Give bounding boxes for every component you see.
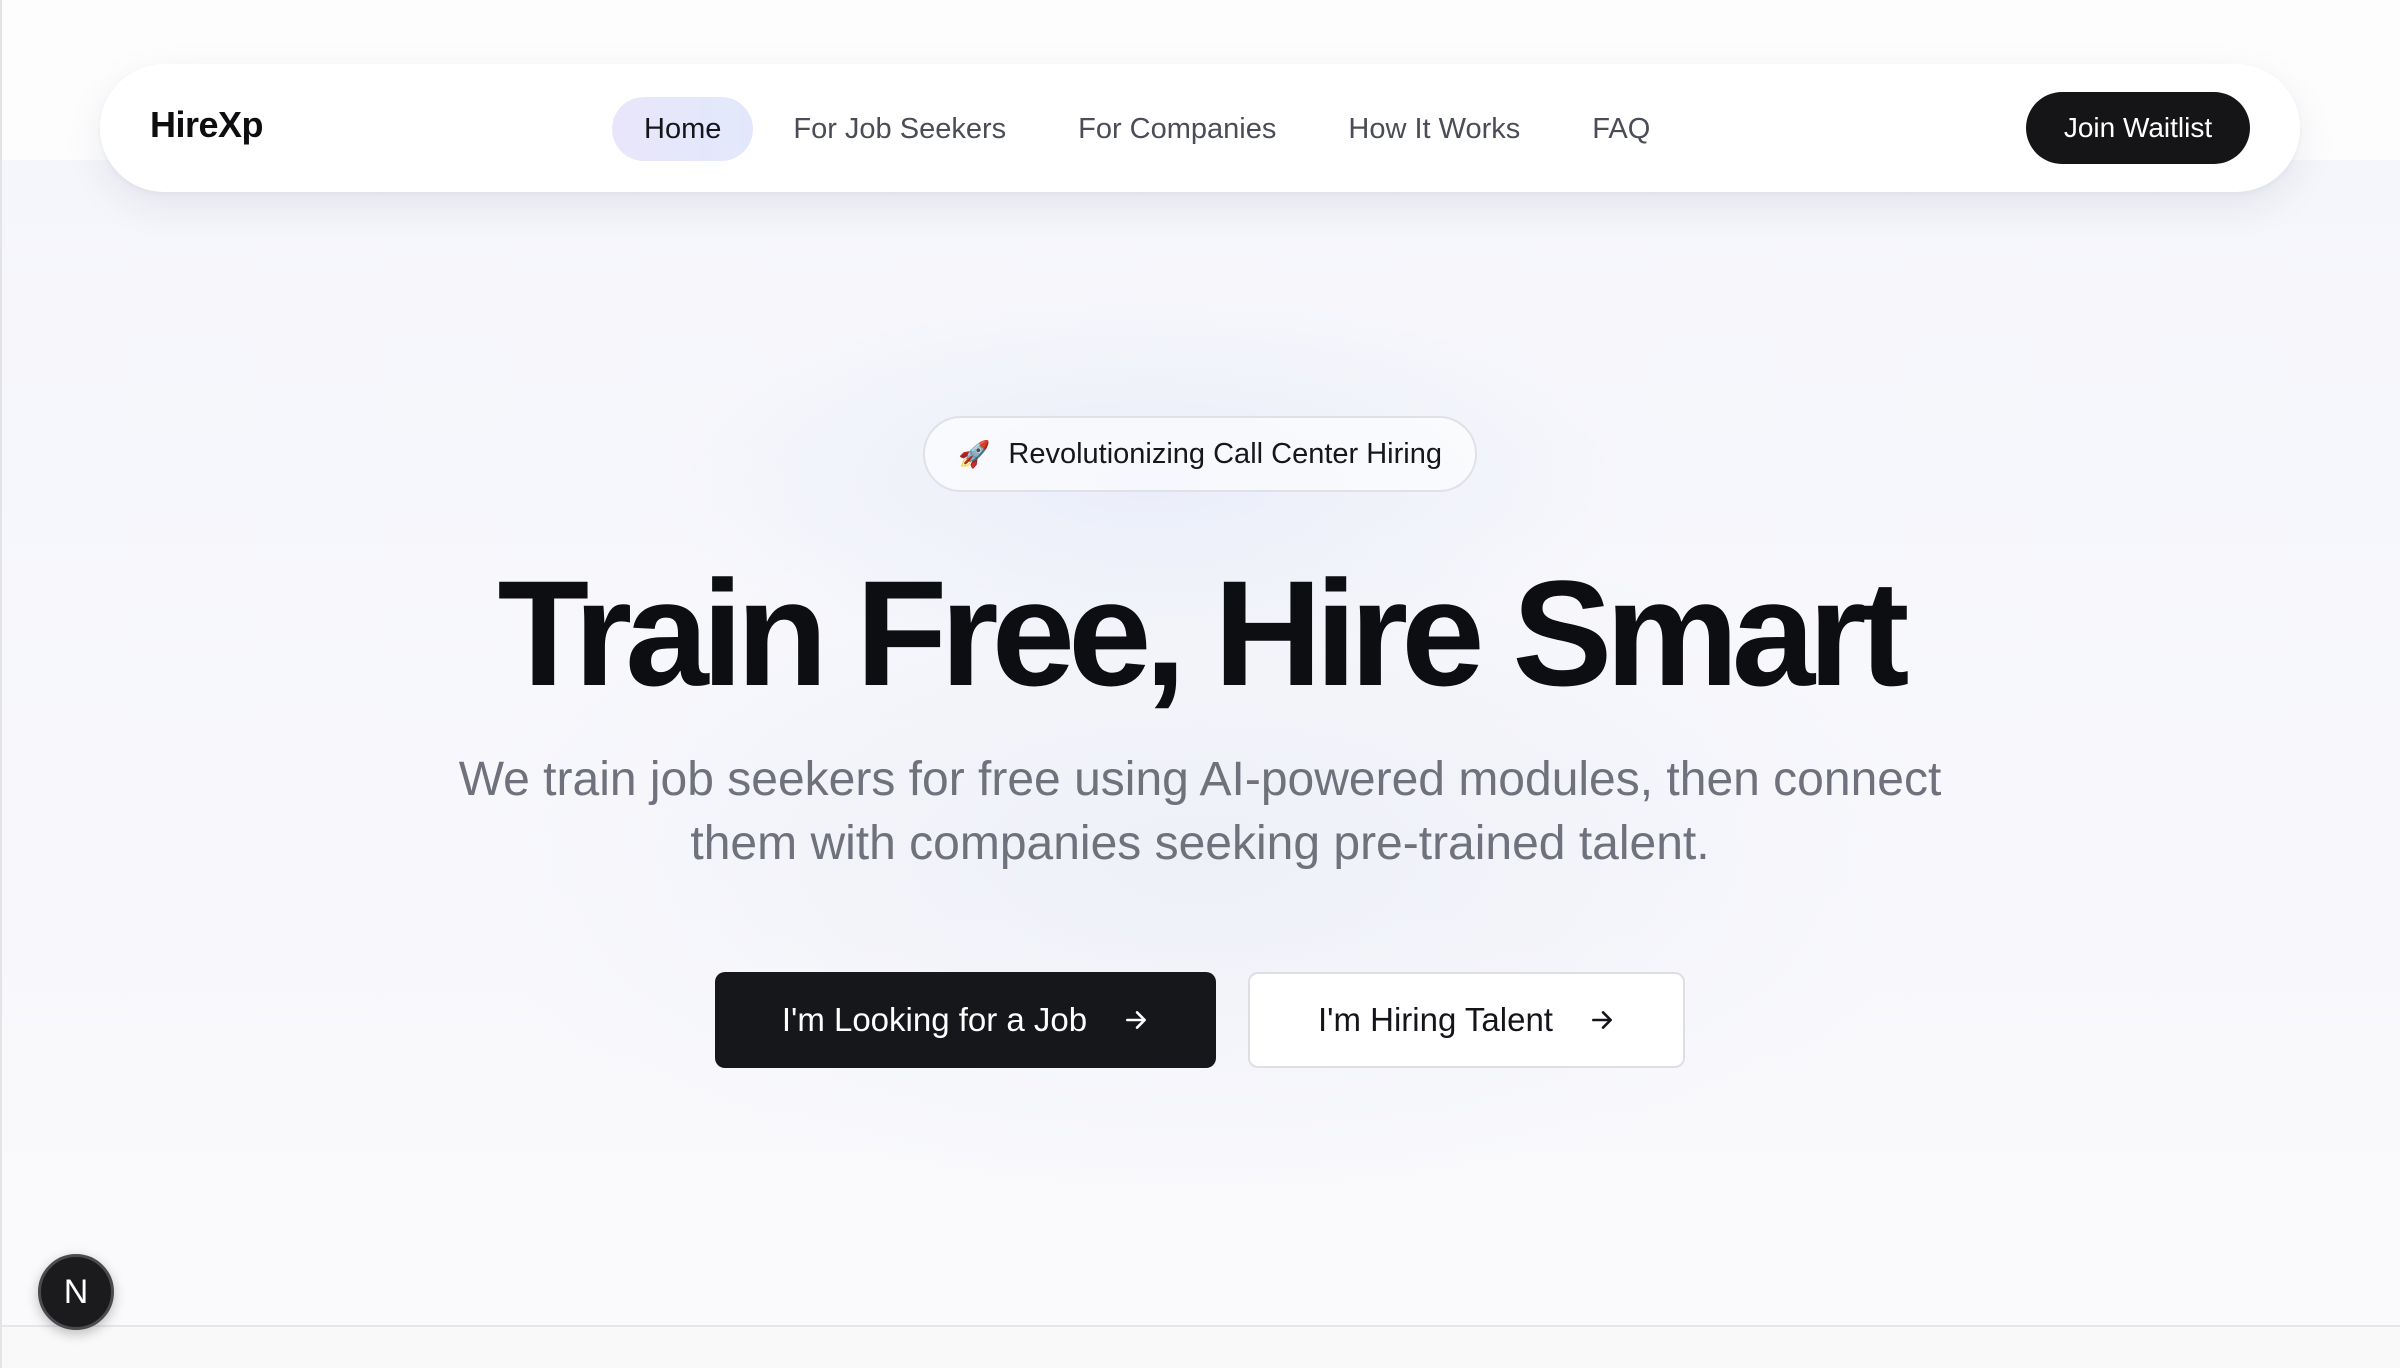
nextjs-dev-badge[interactable]: N [38,1254,114,1330]
nav-link-companies[interactable]: For Companies [1046,97,1308,161]
hero-badge: 🚀 Revolutionizing Call Center Hiring [923,416,1477,492]
hero-badge-text: Revolutionizing Call Center Hiring [1008,437,1442,470]
arrow-right-icon [1123,1007,1149,1033]
nav-link-job-seekers[interactable]: For Job Seekers [761,97,1038,161]
hero-title: Train Free, Hire Smart [497,549,1910,717]
navbar: HireXp Home For Job Seekers For Companie… [100,64,2300,192]
hiring-cta-button[interactable]: I'm Hiring Talent [1248,972,1685,1068]
hero-background [0,160,2400,1325]
job-seeker-cta-label: I'm Looking for a Job [781,1001,1088,1038]
nav-links: Home For Job Seekers For Companies How I… [612,97,1682,161]
join-waitlist-button[interactable]: Join Waitlist [2026,92,2250,164]
bottom-strip [0,1327,2400,1368]
nav-link-how-it-works[interactable]: How It Works [1316,97,1552,161]
hiring-cta-label: I'm Hiring Talent [1318,1001,1553,1038]
hero-subtitle: We train job seekers for free using AI-p… [458,753,1942,870]
nextjs-icon: N [63,1272,89,1311]
brand-logo[interactable]: HireXp [150,104,264,146]
arrow-right-icon [1589,1007,1615,1033]
rocket-icon: 🚀 [958,439,991,469]
job-seeker-cta-button[interactable]: I'm Looking for a Job [715,972,1216,1068]
nav-link-faq[interactable]: FAQ [1560,97,1682,161]
nav-link-home[interactable]: Home [612,97,754,161]
